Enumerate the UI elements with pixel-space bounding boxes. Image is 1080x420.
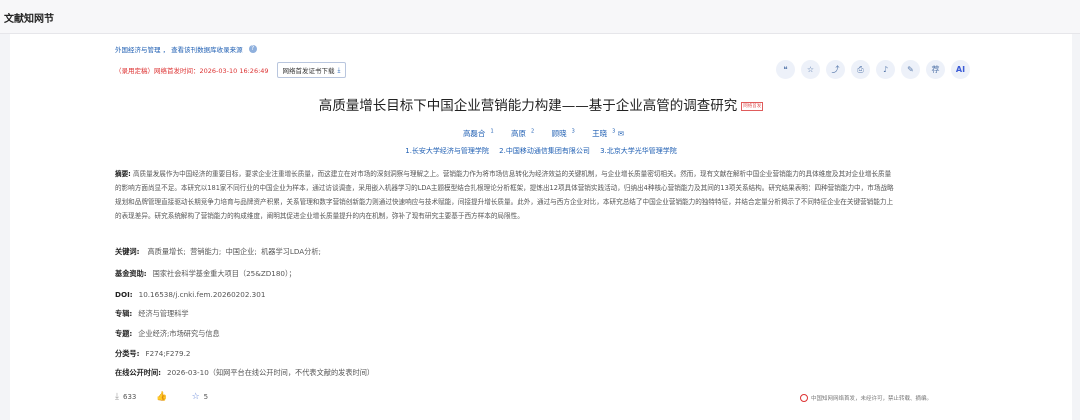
author-list: 高磊合 1 高原 2 顾晓 3 王晓 3 ✉ (10, 128, 1072, 139)
keywords-label: 关键词: (115, 247, 140, 256)
online-time-value: 2026-03-10（知网平台在线公开时间，不代表文献的发表时间） (167, 368, 375, 377)
source-links[interactable]: 外国经济与管理 ， 查看该刊数据库收录来源 ? (115, 44, 257, 54)
print-icon[interactable]: ⎙ (851, 60, 870, 79)
doi-value: 10.16538/j.cnki.fem.20260202.301 (138, 290, 266, 299)
keyword-link[interactable]: 营销能力; (190, 247, 221, 256)
share-icon[interactable]: ⤴ (826, 60, 845, 79)
keyword-link[interactable]: 高质量增长; (147, 247, 185, 256)
publish-row: （录用定稿）网络首发时间：2026-03-10 16:26:49 网络首发证书下… (115, 62, 347, 78)
affiliation-link[interactable]: 2.中国移动通信集团有限公司 (499, 147, 590, 155)
source-links-text[interactable]: 外国经济与管理 ， 查看该刊数据库收录来源 (115, 44, 243, 54)
funding-label: 基金资助: (115, 269, 147, 278)
favorite-star-icon[interactable]: ☆ (192, 392, 200, 402)
network-first-badge: 网络首发 (741, 101, 764, 111)
certificate-download-label: 网络首发证书下载 (282, 67, 335, 75)
copyright-text: 中国知网网络首发，未经许可，禁止转载、摘编。 (811, 396, 933, 402)
affiliation-link[interactable]: 3.北京大学光华管理学院 (600, 147, 677, 155)
article-title-block: 高质量增长目标下中国企业营销能力构建——基于企业高管的调查研究 网络首发 (10, 94, 1072, 114)
doi-label: DOI: (115, 290, 133, 299)
favorite-count[interactable]: ☆ 5 (192, 392, 209, 402)
abstract: 摘要: 高质量发展作为中国经济的重要目标，要求企业注重增长质量，而这建立在对市场… (115, 167, 897, 223)
certificate-download-button[interactable]: 网络首发证书下载 ⤓ (276, 62, 347, 78)
quote-icon[interactable]: ❝ (776, 60, 795, 79)
keyword-link[interactable]: 机器学习LDA分析; (261, 247, 321, 256)
article-title: 高质量增长目标下中国企业营销能力构建——基于企业高管的调查研究 (318, 98, 738, 114)
article-toolbar: ❝ ☆ ⤴ ⎙ ♪ ✎ 荐 AI (776, 60, 970, 79)
funding-value[interactable]: 国家社会科学基金重大项目（25&ZD180）； (153, 269, 296, 279)
topic-value: 企业经济;市场研究与信息 (138, 329, 220, 338)
author-link[interactable]: 顾晓 3 (547, 129, 575, 139)
doi-row: DOI: 10.16538/j.cnki.fem.20260202.301 (115, 290, 265, 299)
bell-icon[interactable]: ♪ (876, 60, 895, 79)
help-icon[interactable]: ? (248, 45, 257, 53)
article-card: 外国经济与管理 ， 查看该刊数据库收录来源 ? （录用定稿）网络首发时间：202… (10, 34, 1072, 420)
funding-row: 基金资助: 国家社会科学基金重大项目（25&ZD180）； (115, 269, 296, 279)
series-value: 经济与管理科学 (138, 309, 189, 318)
download-count-icon: ⤓ (115, 392, 119, 402)
top-bar: 文献知网节 (0, 0, 1080, 34)
classification-label: 分类号: (115, 349, 140, 358)
classification-row: 分类号: F274;F279.2 (115, 349, 190, 359)
cnki-logo-icon (800, 394, 808, 402)
keyword-link[interactable]: 中国企业; (226, 247, 257, 256)
keywords-row: 关键词: 高质量增长; 营销能力; 中国企业; 机器学习LDA分析; (115, 247, 325, 257)
star-icon[interactable]: ☆ (801, 60, 820, 79)
edit-icon[interactable]: ✎ (901, 60, 920, 79)
affiliation-link[interactable]: 1.长安大学经济与管理学院 (405, 147, 489, 155)
online-time-row: 在线公开时间: 2026-03-10（知网平台在线公开时间，不代表文献的发表时间… (115, 368, 374, 378)
thumbs-up-icon[interactable]: 👍 (156, 392, 167, 402)
series-row: 专辑: 经济与管理科学 (115, 309, 189, 319)
author-link[interactable]: 高原 2 (506, 129, 534, 139)
online-time-label: 在线公开时间: (115, 368, 161, 377)
author-link[interactable]: 高磊合 1 (458, 129, 494, 139)
recommend-icon[interactable]: 荐 (926, 60, 945, 79)
classification-value: F274;F279.2 (145, 349, 191, 358)
copyright-notice: 中国知网网络首发，未经许可，禁止转载、摘编。 (800, 394, 932, 402)
stats-bar: ⤓ 633 👍 ☆ 5 (115, 392, 208, 402)
series-label: 专辑: (115, 309, 133, 318)
abstract-text: 高质量发展作为中国经济的重要目标，要求企业注重增长质量，而这建立在对市场的深刻洞… (115, 170, 894, 220)
ai-icon[interactable]: AI (951, 60, 970, 79)
mail-icon[interactable]: ✉ (618, 129, 624, 138)
author-link[interactable]: 王晓 3 ✉ (587, 129, 624, 139)
preprint-notice: （录用定稿）网络首发时间：2026-03-10 16:26:49 (115, 67, 269, 75)
topic-row: 专题: 企业经济;市场研究与信息 (115, 329, 220, 339)
like-button[interactable]: 👍 (156, 392, 171, 402)
download-icon: ⤓ (337, 65, 341, 74)
page-header-title: 文献知网节 (4, 14, 54, 25)
abstract-label: 摘要: (115, 170, 131, 178)
download-count: ⤓ 633 (115, 392, 137, 402)
topic-label: 专题: (115, 329, 133, 338)
affiliation-list: 1.长安大学经济与管理学院 2.中国移动通信集团有限公司 3.北京大学光华管理学… (10, 146, 1072, 156)
